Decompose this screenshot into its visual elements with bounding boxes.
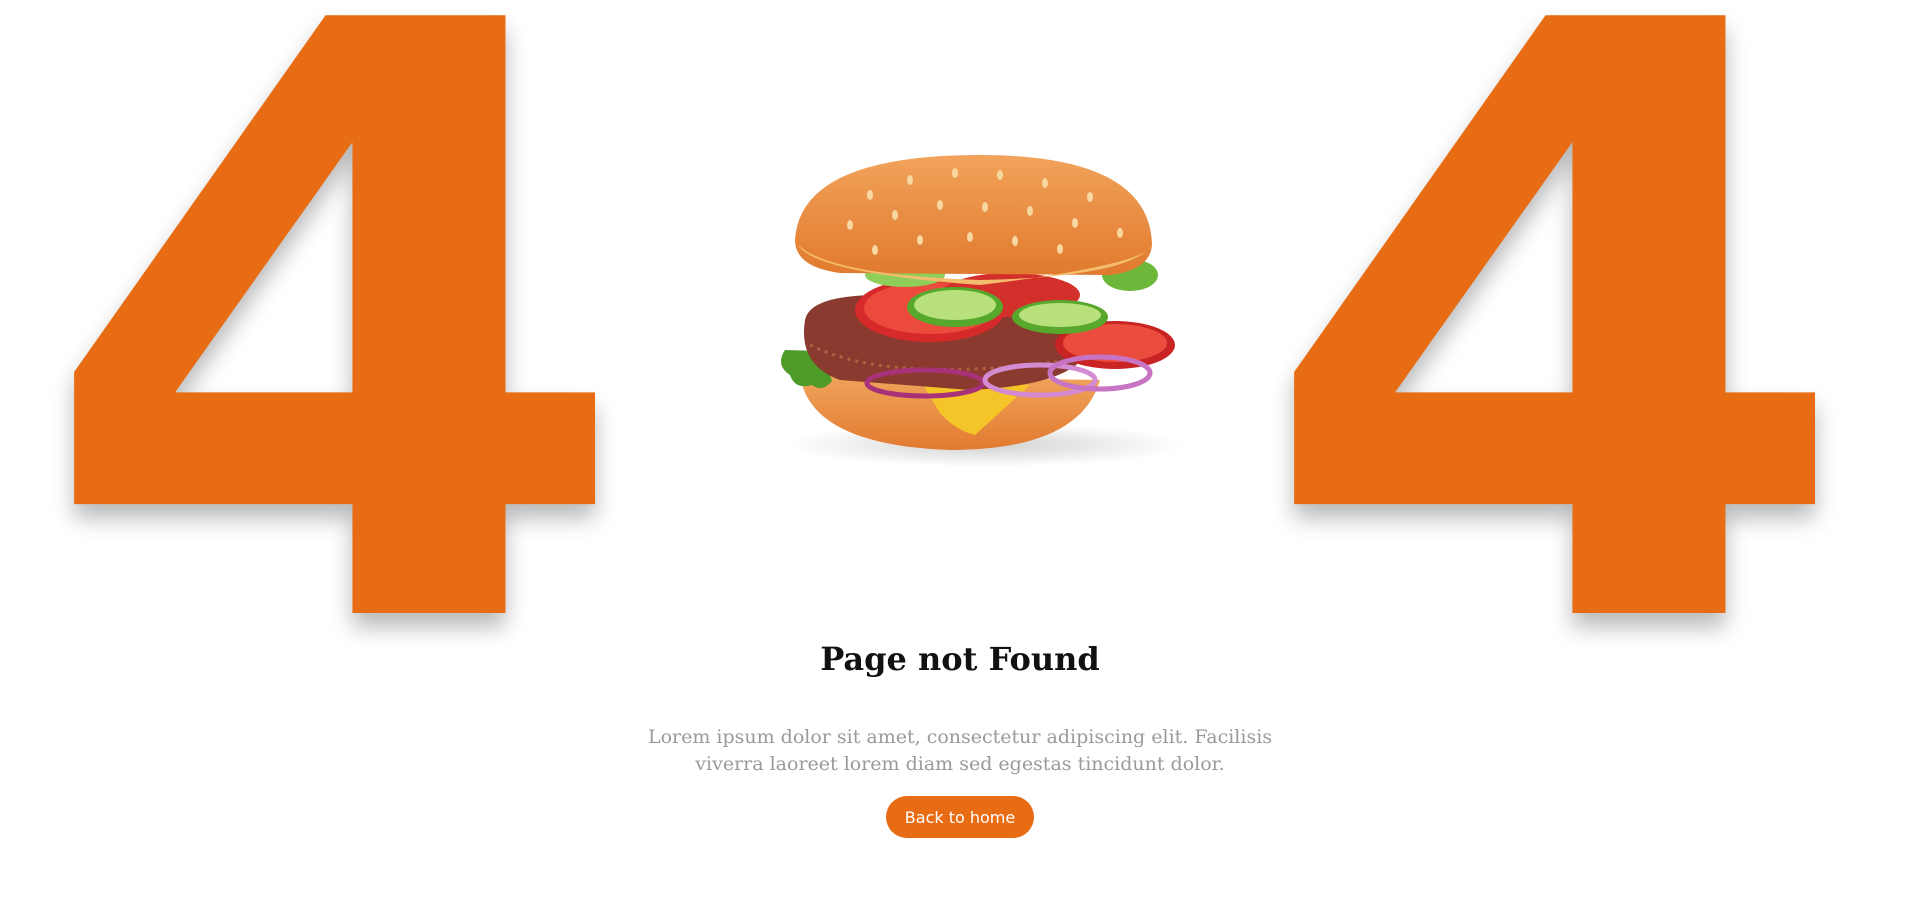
back-to-home-button[interactable]: Back to home: [886, 796, 1034, 838]
error-digit-right: 4: [1255, 0, 1855, 807]
page-description: Lorem ipsum dolor sit amet, consectetur …: [647, 726, 1273, 775]
error-digit-left: 4: [35, 0, 635, 807]
not-found-page: 4 4 Page not Found Lorem ipsum dolor sit…: [0, 0, 1920, 912]
burger-illustration: [770, 145, 1210, 475]
page-title: Page not Found: [820, 640, 1100, 678]
